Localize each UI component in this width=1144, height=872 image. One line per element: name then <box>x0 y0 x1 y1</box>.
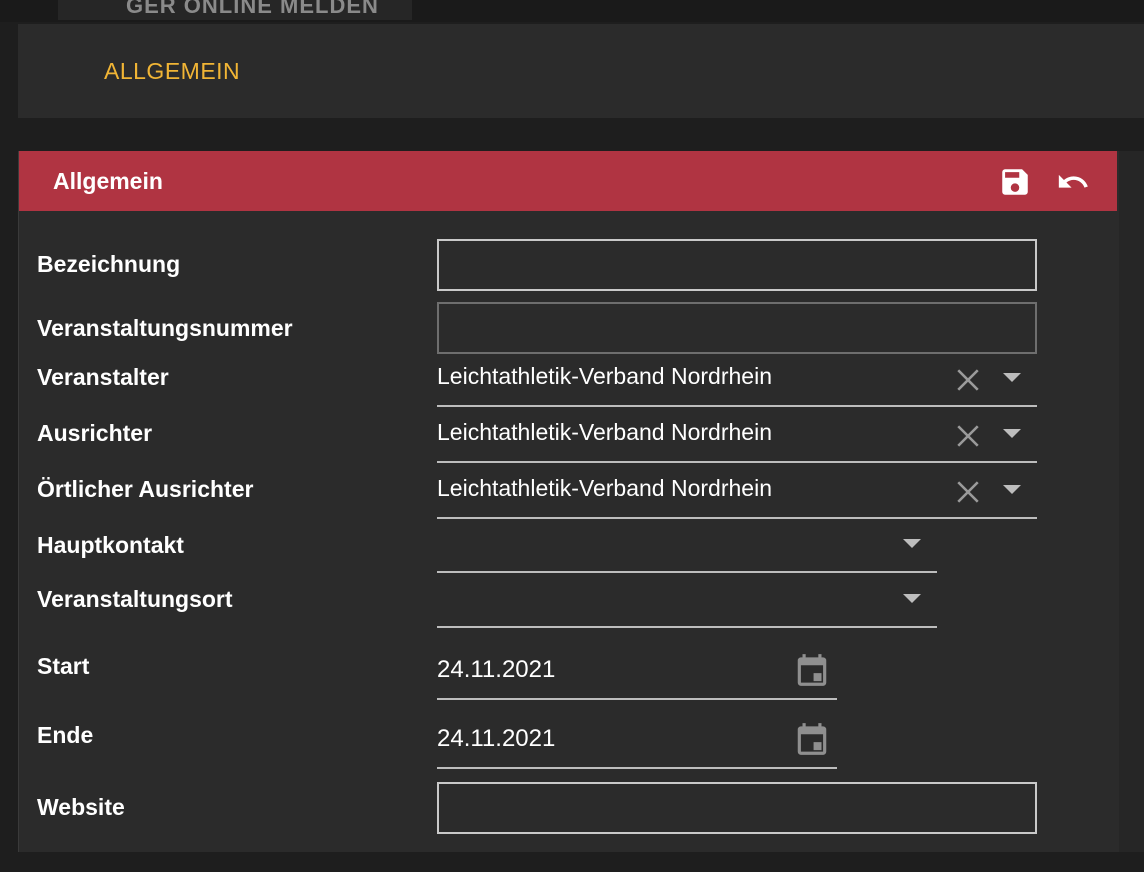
veranstalter-value: Leichtathletik-Verband Nordrhein <box>437 363 772 389</box>
website-label: Website <box>37 794 125 820</box>
tab-allgemein[interactable]: ALLGEMEIN <box>104 58 240 85</box>
veranstaltungsnummer-label: Veranstaltungsnummer <box>37 315 293 341</box>
ausrichter-select[interactable]: Leichtathletik-Verband Nordrhein <box>437 417 1037 463</box>
online-melden-button[interactable]: GER ONLINE MELDEN <box>58 0 412 20</box>
oertlicher-ausrichter-clear-icon[interactable] <box>955 479 981 505</box>
allgemein-panel: Allgemein Bezeichnung Veranstaltungsnumm… <box>18 151 1119 852</box>
veranstaltungsort-label: Veranstaltungsort <box>37 586 233 612</box>
panel-title: Allgemein <box>53 168 163 194</box>
veranstaltungsnummer-field[interactable] <box>437 302 1037 354</box>
panel-scroll-strip <box>1118 151 1144 852</box>
ausrichter-label: Ausrichter <box>37 420 153 446</box>
save-icon[interactable] <box>998 165 1032 199</box>
veranstaltungsort-chevron-down-icon[interactable] <box>903 594 921 603</box>
start-label: Start <box>37 653 90 679</box>
ende-label: Ende <box>37 722 94 748</box>
online-melden-label: GER ONLINE MELDEN <box>126 0 379 18</box>
link-icon <box>84 0 106 2</box>
bezeichnung-label: Bezeichnung <box>37 251 181 277</box>
ausrichter-clear-icon[interactable] <box>955 423 981 449</box>
veranstalter-clear-icon[interactable] <box>955 367 981 393</box>
veranstalter-label: Veranstalter <box>37 364 169 390</box>
oertlicher-ausrichter-value: Leichtathletik-Verband Nordrhein <box>437 475 772 501</box>
undo-icon[interactable] <box>1056 165 1090 199</box>
ende-calendar-icon[interactable] <box>793 719 831 759</box>
ausrichter-chevron-down-icon[interactable] <box>1003 429 1021 438</box>
oertlicher-ausrichter-label: Örtlicher Ausrichter <box>37 476 254 502</box>
oertlicher-ausrichter-chevron-down-icon[interactable] <box>1003 485 1021 494</box>
ausrichter-value: Leichtathletik-Verband Nordrhein <box>437 419 772 445</box>
hauptkontakt-chevron-down-icon[interactable] <box>903 539 921 548</box>
bezeichnung-field[interactable] <box>437 239 1037 291</box>
veranstalter-select[interactable]: Leichtathletik-Verband Nordrhein <box>437 361 1037 407</box>
panel-header: Allgemein <box>19 151 1117 211</box>
veranstalter-chevron-down-icon[interactable] <box>1003 373 1021 382</box>
start-calendar-icon[interactable] <box>793 650 831 690</box>
start-date-field[interactable]: 24.11.2021 <box>437 650 837 700</box>
hauptkontakt-label: Hauptkontakt <box>37 532 184 558</box>
start-date-value: 24.11.2021 <box>437 656 556 683</box>
ende-date-field[interactable]: 24.11.2021 <box>437 719 837 769</box>
website-field[interactable] <box>437 782 1037 834</box>
hauptkontakt-select[interactable] <box>437 527 937 573</box>
oertlicher-ausrichter-select[interactable]: Leichtathletik-Verband Nordrhein <box>437 473 1037 519</box>
tab-bar: ALLGEMEIN <box>18 24 1144 118</box>
veranstaltungsort-select[interactable] <box>437 582 937 628</box>
ende-date-value: 24.11.2021 <box>437 725 556 752</box>
